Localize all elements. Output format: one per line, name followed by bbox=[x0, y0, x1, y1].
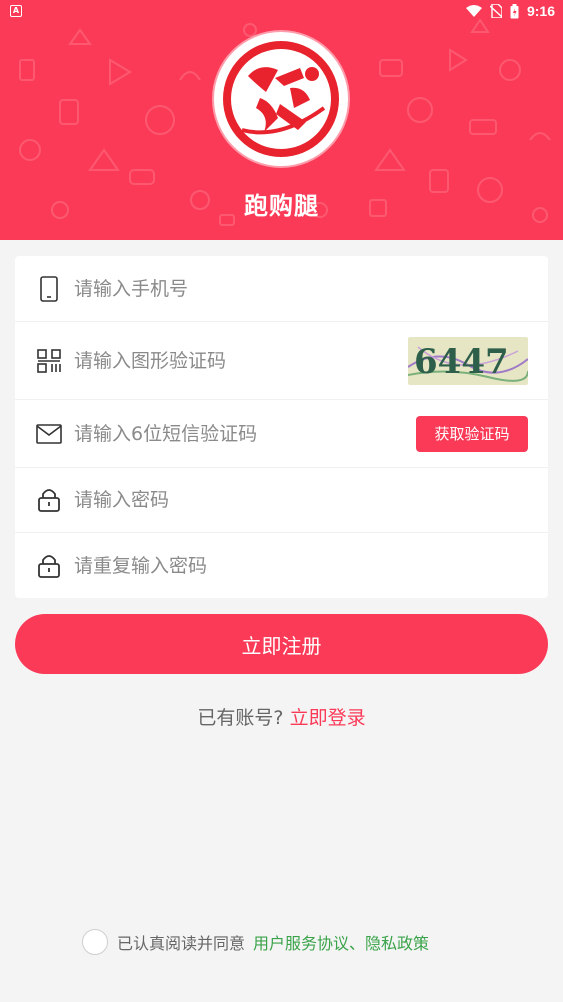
register-form: 6447 获取验证码 bbox=[15, 256, 548, 598]
password-confirm-input[interactable] bbox=[74, 554, 548, 577]
agreement-links[interactable]: 用户服务协议、隐私政策 bbox=[253, 930, 429, 954]
running-man-logo-icon bbox=[223, 41, 339, 157]
captcha-row: 6447 bbox=[15, 322, 548, 400]
status-bar: A 9:16 bbox=[0, 0, 563, 24]
no-sim-icon bbox=[489, 4, 502, 18]
password-input[interactable] bbox=[74, 489, 548, 511]
agreement-row: 已认真阅读并同意 用户服务协议、隐私政策 bbox=[82, 928, 429, 956]
register-button[interactable]: 立即注册 bbox=[15, 614, 548, 674]
phone-row bbox=[15, 256, 548, 322]
login-prompt-text: 已有账号? bbox=[197, 707, 284, 729]
mail-icon bbox=[36, 421, 62, 447]
status-time: 9:16 bbox=[526, 3, 555, 19]
app-name: 跑购腿 bbox=[244, 192, 319, 220]
lock-icon bbox=[36, 487, 62, 513]
captcha-text: 6447 bbox=[414, 342, 509, 382]
captcha-input[interactable] bbox=[74, 349, 408, 372]
sms-code-input[interactable] bbox=[74, 422, 416, 445]
phone-icon bbox=[36, 275, 62, 302]
password-row bbox=[15, 468, 548, 533]
accessibility-icon: A bbox=[10, 5, 22, 17]
lock-icon bbox=[36, 553, 62, 579]
sms-row: 获取验证码 bbox=[15, 400, 548, 468]
login-prompt: 已有账号? 立即登录 bbox=[0, 703, 563, 730]
battery-icon bbox=[510, 3, 519, 18]
agreement-text: 已认真阅读并同意 bbox=[117, 934, 246, 953]
get-sms-code-button[interactable]: 获取验证码 bbox=[416, 415, 528, 452]
agreement-checkbox[interactable] bbox=[82, 929, 108, 955]
login-link[interactable]: 立即登录 bbox=[290, 707, 366, 729]
header-banner: A 9:16 跑购腿 bbox=[0, 0, 563, 240]
qrcode-icon bbox=[36, 348, 62, 374]
wifi-icon bbox=[465, 4, 482, 17]
app-logo bbox=[214, 32, 348, 166]
password-confirm-row bbox=[15, 533, 548, 598]
captcha-image[interactable]: 6447 bbox=[408, 336, 528, 385]
phone-input[interactable] bbox=[74, 277, 548, 300]
